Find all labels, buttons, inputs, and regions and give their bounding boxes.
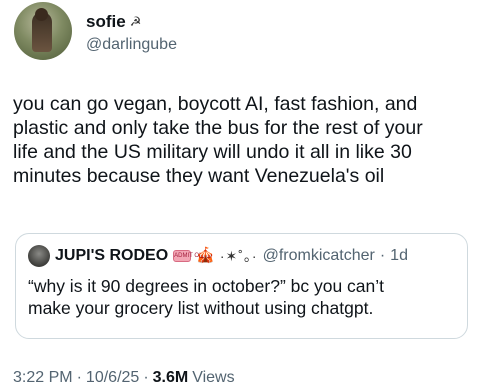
tweet-meta: 3:22 PM · 10/6/25 · 3.6M Views (13, 368, 235, 388)
quoted-handle[interactable]: @fromkicatcher (263, 246, 375, 266)
author-names: sofie ☭ @darlingube (86, 12, 177, 56)
avatar[interactable] (14, 2, 72, 60)
author-handle[interactable]: @darlingube (86, 34, 177, 56)
quoted-display-name[interactable]: JUPI'S RODEO (55, 246, 168, 266)
tweet: sofie ☭ @darlingube you can go vegan, bo… (0, 0, 480, 392)
quoted-tweet-text: “why is it 90 degrees in october?” bc yo… (28, 276, 385, 318)
avatar-head (35, 8, 48, 21)
circus-tent-icon: 🎪 (196, 247, 215, 264)
quoted-tweet-header: JUPI'S RODEO ADMIT ONE 🎪 ·✶˚。· @fromkica… (28, 245, 455, 267)
meta-separator: · (143, 369, 149, 386)
tweet-date[interactable]: 10/6/25 (86, 368, 139, 388)
meta-separator: · (76, 369, 82, 386)
quoted-separator: · (379, 247, 386, 264)
quoted-avatar[interactable] (28, 245, 50, 267)
tweet-text: you can go vegan, boycott AI, fast fashi… (13, 93, 423, 187)
tweet-time[interactable]: 3:22 PM (13, 368, 73, 388)
quoted-timestamp[interactable]: 1d (390, 246, 408, 266)
quoted-tweet[interactable]: JUPI'S RODEO ADMIT ONE 🎪 ·✶˚。· @fromkica… (15, 233, 468, 339)
ticket-icon: ADMIT ONE (173, 250, 207, 262)
tweet-header: sofie ☭ @darlingube (14, 2, 177, 60)
author-name-text: sofie (86, 12, 126, 31)
author-display-name[interactable]: sofie ☭ (86, 12, 177, 32)
hammer-sickle-icon: ☭ (129, 14, 142, 29)
sparkle-decoration: ·✶˚。· (219, 248, 258, 264)
views-count: 3.6M (152, 369, 189, 386)
views-label: Views (192, 369, 235, 386)
